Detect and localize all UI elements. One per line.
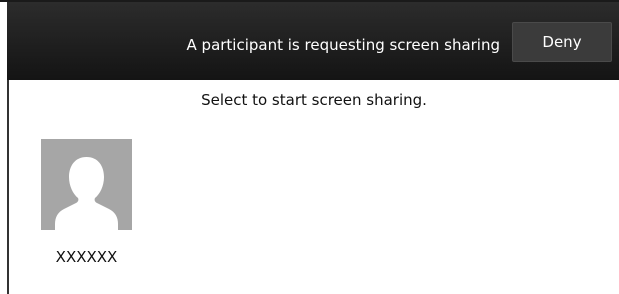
participant-tile[interactable]: XXXXXX <box>41 139 132 266</box>
left-border <box>7 80 9 294</box>
instruction-text: Select to start screen sharing. <box>201 91 427 109</box>
deny-button[interactable]: Deny <box>512 22 612 62</box>
request-message: A participant is requesting screen shari… <box>186 36 500 54</box>
participant-name: XXXXXX <box>55 248 118 266</box>
screen-sharing-request-panel: A participant is requesting screen shari… <box>0 0 619 294</box>
user-silhouette-icon[interactable] <box>41 139 132 230</box>
